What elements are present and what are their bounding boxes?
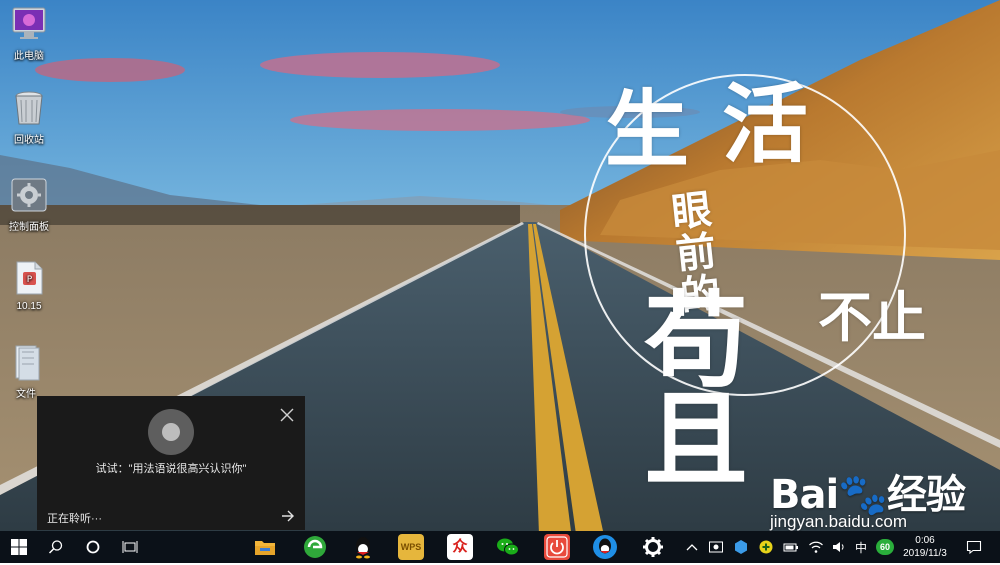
desktop-icon-recycle-bin[interactable]: 回收站: [0, 88, 58, 146]
voice-hint-text: 试试："用法语说很高兴认识你": [95, 463, 247, 475]
wps-icon-text: WPS: [400, 542, 422, 552]
input-method-indicator[interactable]: 中: [855, 539, 867, 556]
start-button[interactable]: [0, 531, 38, 563]
task-view-icon: [122, 541, 138, 553]
watermark-url: jingyan.baidu.com: [770, 512, 908, 531]
action-center-icon[interactable]: [966, 539, 982, 555]
desktop-icon-folder[interactable]: 文件: [0, 342, 55, 400]
desktop-icon-label: 文件: [16, 389, 36, 400]
listening-mic-icon[interactable]: [148, 409, 194, 455]
desktop-icon-label: 回收站: [14, 135, 44, 146]
chevron-up-icon[interactable]: [684, 539, 700, 555]
app-zhong-icon[interactable]: 众: [447, 534, 473, 560]
system-clock[interactable]: 0:06 2019/11/3: [898, 534, 952, 560]
security-plus-icon[interactable]: [758, 539, 774, 555]
svg-text:P: P: [27, 275, 33, 285]
power-app-icon[interactable]: [544, 534, 570, 560]
file-explorer-icon[interactable]: [252, 534, 278, 560]
taskbar: WPS 众 中 60 0:06 2019/11/3: [0, 531, 1000, 563]
recycle-bin-icon: [9, 88, 49, 128]
calligraphy-char-huo: 活: [722, 74, 808, 175]
cortana-circle-icon: [86, 540, 100, 554]
this-pc-icon: [9, 4, 49, 44]
search-button[interactable]: [40, 531, 72, 563]
document-icon: P: [9, 258, 49, 298]
qq-icon[interactable]: [350, 534, 376, 560]
control-panel-icon: [9, 175, 49, 215]
listening-status: 正在聆听···: [47, 513, 102, 525]
clock-time: 0:06: [915, 535, 935, 546]
cortana-voice-panel: 试试："用法语说很高兴认识你" 正在聆听···: [37, 396, 305, 530]
battery-icon[interactable]: [783, 539, 799, 555]
calligraphy-buzhi: 不止: [818, 285, 926, 349]
wechat-icon[interactable]: [495, 534, 521, 560]
baidu-jingyan-watermark: Bai🐾经验 jingyan.baidu.com: [770, 462, 966, 531]
desktop-icon-control-panel[interactable]: 控制面板: [0, 175, 58, 233]
windows-logo-icon: [11, 539, 27, 555]
screenshot-tool-icon[interactable]: [708, 539, 724, 555]
calligraphy-gouqie: 苟且: [644, 279, 749, 501]
desktop-icon-document-10-15[interactable]: P 10.15: [0, 258, 58, 312]
clock-date: 2019/11/3: [903, 548, 947, 559]
wps-icon[interactable]: WPS: [398, 534, 424, 560]
folder-icon: [6, 342, 46, 382]
cortana-button[interactable]: [76, 531, 110, 563]
calligraphy-char-sheng: 生: [605, 80, 690, 179]
desktop-icon-label: 10.15: [16, 301, 42, 312]
browser-icon[interactable]: [302, 534, 328, 560]
qq-blue-icon[interactable]: [592, 534, 618, 560]
volume-icon[interactable]: [831, 539, 847, 555]
app-zhong-icon-text: 众: [452, 538, 468, 555]
desktop-icon-label: 此电脑: [14, 51, 44, 62]
arrow-right-icon[interactable]: [281, 509, 295, 522]
security-score-badge[interactable]: 60: [876, 539, 894, 555]
cloud-sync-icon[interactable]: [733, 539, 749, 555]
task-view-button[interactable]: [113, 531, 147, 563]
search-icon: [48, 540, 63, 554]
desktop-icon-this-pc[interactable]: 此电脑: [0, 4, 58, 62]
settings-icon[interactable]: [640, 534, 666, 560]
close-icon[interactable]: [280, 408, 294, 422]
desktop-icon-label: 控制面板: [9, 222, 49, 233]
wifi-icon[interactable]: [808, 539, 824, 555]
